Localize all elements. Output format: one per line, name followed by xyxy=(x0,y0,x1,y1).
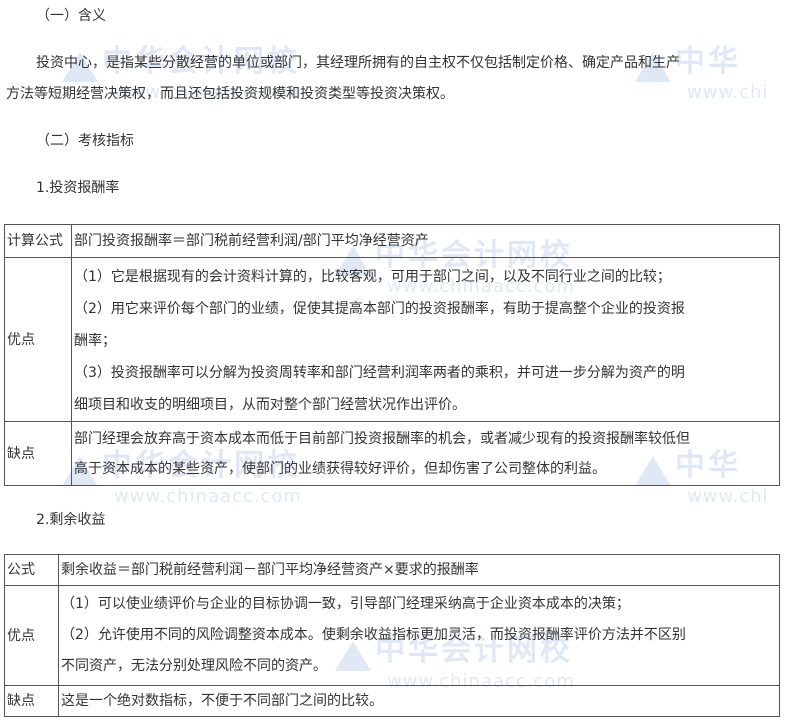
text-line: （2）允许使用不同的风险调整资本成本。使剩余收益指标更加灵活，而投资报酬率评价方… xyxy=(61,627,686,643)
formula-label: 计算公式 xyxy=(4,224,72,258)
advantages-text: （1）可以使业绩评价与企业的目标协调一致，引导部门经理采纳高于企业资本成本的决策… xyxy=(58,585,780,686)
section-heading-indicators: （二）考核指标 xyxy=(36,133,134,149)
section-heading-meaning: （一）含义 xyxy=(36,8,106,24)
paragraph-line: 方法等短期经营决策权，而且还包括投资规模和投资类型等投资决策权。 xyxy=(6,86,454,102)
disadvantages-text: 这是一个绝对数指标，不便于不同部门之间的比较。 xyxy=(58,685,780,717)
advantages-label: 优点 xyxy=(4,585,59,686)
text-line: 酬率； xyxy=(74,333,116,349)
table-row: 计算公式 部门投资报酬率＝部门税前经营利润/部门平均净经营资产 xyxy=(4,224,780,258)
subheading-roi: 1.投资报酬率 xyxy=(36,180,120,196)
text-line: （1）可以使业绩评价与企业的目标协调一致，引导部门经理采纳高于企业资本成本的决策… xyxy=(61,596,630,612)
disadvantages-label: 缺点 xyxy=(4,421,72,486)
text-line: 部门经理会放弃高于资本成本而低于目前部门投资报酬率的机会，或者减少现有的投资报酬… xyxy=(74,430,690,447)
advantages-label: 优点 xyxy=(4,257,72,422)
table-row: 缺点 部门经理会放弃高于资本成本而低于目前部门投资报酬率的机会，或者减少现有的投… xyxy=(4,421,780,486)
residual-income-table: 公式 剩余收益＝部门税前经营利润－部门平均净经营资产×要求的报酬率 优点 （1）… xyxy=(4,554,780,717)
text-line: 不同资产，无法分别处理风险不同的资产。 xyxy=(61,658,327,674)
paragraph-line: 投资中心，是指某些分散经营的单位或部门，其经理所拥有的自主权不仅包括制定价格、确… xyxy=(36,55,680,71)
subheading-residual-income: 2.剩余收益 xyxy=(36,512,106,528)
text-line: （2）用它来评价每个部门的业绩，促使其提高本部门的投资报酬率，有助于提高整个企业… xyxy=(74,301,685,317)
disadvantages-label: 缺点 xyxy=(4,685,59,717)
formula-text: 剩余收益＝部门税前经营利润－部门平均净经营资产×要求的报酬率 xyxy=(58,554,780,586)
roi-table: 计算公式 部门投资报酬率＝部门税前经营利润/部门平均净经营资产 优点 （1）它是… xyxy=(4,224,780,486)
text-line: 细项目和收支的明细项目，从而对整个部门经营状况作出评价。 xyxy=(74,397,466,413)
advantages-text: （1）它是根据现有的会计资料计算的，比较客观，可用于部门之间，以及不同行业之间的… xyxy=(71,257,780,422)
table-row: 缺点 这是一个绝对数指标，不便于不同部门之间的比较。 xyxy=(4,685,780,717)
table-row: 优点 （1）可以使业绩评价与企业的目标协调一致，引导部门经理采纳高于企业资本成本… xyxy=(4,585,780,686)
disadvantages-text: 部门经理会放弃高于资本成本而低于目前部门投资报酬率的机会，或者减少现有的投资报酬… xyxy=(71,421,780,486)
table-row: 优点 （1）它是根据现有的会计资料计算的，比较客观，可用于部门之间，以及不同行业… xyxy=(4,257,780,422)
text-line: （1）它是根据现有的会计资料计算的，比较客观，可用于部门之间，以及不同行业之间的… xyxy=(74,269,671,285)
text-line: （3）投资报酬率可以分解为投资周转率和部门经营利润率两者的乘积，并可进一步分解为… xyxy=(74,365,685,381)
formula-text: 部门投资报酬率＝部门税前经营利润/部门平均净经营资产 xyxy=(71,224,780,258)
formula-label: 公式 xyxy=(4,554,59,586)
text-line: 高于资本成本的某些资产，使部门的业绩获得较好评价，但却伤害了公司整体的利益。 xyxy=(74,460,606,477)
table-row: 公式 剩余收益＝部门税前经营利润－部门平均净经营资产×要求的报酬率 xyxy=(4,554,780,586)
